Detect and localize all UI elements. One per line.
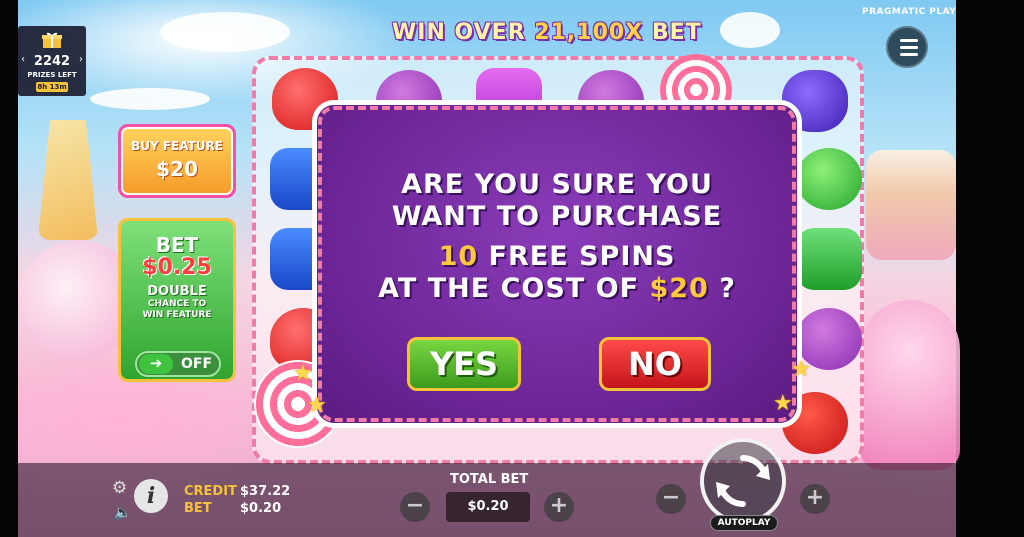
ice-cream-cone-decoration bbox=[38, 120, 98, 240]
buy-feature-label: BUY FEATURE bbox=[131, 139, 223, 153]
win-banner: WIN OVER 21,100X BET bbox=[392, 20, 712, 50]
gear-icon[interactable]: ⚙ bbox=[112, 478, 127, 498]
buy-feature-price: $20 bbox=[156, 157, 198, 181]
menu-button[interactable] bbox=[886, 26, 928, 68]
cloud bbox=[160, 12, 290, 52]
ante-bet-label: BET bbox=[155, 233, 199, 257]
credit-label: CREDIT bbox=[184, 484, 237, 499]
dialog-line1: ARE YOU SURE YOU bbox=[401, 169, 713, 200]
star-icon: ★ bbox=[773, 391, 793, 416]
buy-feature-button[interactable]: BUY FEATURE $20 bbox=[118, 124, 236, 198]
arrow-right-icon: ➜ bbox=[139, 354, 173, 374]
speaker-icon[interactable]: 🔈 bbox=[114, 505, 131, 521]
decrease-bet-button[interactable]: − bbox=[400, 492, 430, 522]
green-candy-symbol bbox=[796, 228, 862, 290]
purchase-confirm-dialog: ARE YOU SURE YOU WANT TO PURCHASE 10 FRE… bbox=[293, 100, 811, 428]
credit-value: $37.22 bbox=[240, 484, 291, 499]
spins-text: FREE SPINS bbox=[478, 241, 676, 272]
cost-suffix: ? bbox=[708, 273, 736, 304]
ante-bet-amount: $0.25 bbox=[142, 255, 212, 280]
banner-prefix: WIN OVER bbox=[392, 20, 535, 45]
star-icon: ★ bbox=[791, 357, 811, 382]
spin-icon bbox=[716, 455, 770, 507]
quick-spin-plus-button[interactable]: + bbox=[800, 484, 830, 514]
dialog-line4: AT THE COST OF $20 ? bbox=[317, 273, 797, 304]
increase-bet-button[interactable]: + bbox=[544, 492, 574, 522]
autoplay-button[interactable]: AUTOPLAY bbox=[710, 515, 778, 531]
bet-value: $0.20 bbox=[240, 501, 282, 516]
plus-icon: + bbox=[549, 493, 569, 518]
star-icon: ★ bbox=[307, 393, 327, 418]
left-letterbox bbox=[0, 0, 18, 537]
cloud bbox=[90, 88, 210, 110]
spins-count: 10 bbox=[438, 241, 479, 272]
right-letterbox bbox=[956, 0, 1024, 537]
green-candy-symbol bbox=[796, 148, 862, 210]
menu-icon-bar bbox=[900, 53, 918, 56]
double-chance-toggle[interactable]: ➜ OFF bbox=[135, 351, 221, 377]
cost-prefix: AT THE COST OF bbox=[378, 273, 650, 304]
dialog-line3: 10 FREE SPINS bbox=[317, 241, 797, 272]
quick-spin-minus-button[interactable]: − bbox=[656, 484, 686, 514]
no-button[interactable]: NO bbox=[599, 337, 711, 391]
double-label: DOUBLE bbox=[147, 284, 207, 299]
yes-button[interactable]: YES bbox=[407, 337, 521, 391]
brand-label: PRAGMATIC PLAY bbox=[862, 7, 957, 17]
chance-label-line1: CHANCE TO bbox=[147, 299, 207, 309]
bet-label: BET bbox=[184, 501, 212, 516]
cream-decoration bbox=[860, 300, 960, 470]
plus-icon: + bbox=[805, 485, 825, 510]
toggle-state: OFF bbox=[181, 356, 213, 372]
total-bet-label: TOTAL BET bbox=[450, 472, 529, 487]
ante-bet-panel: BET $0.25 DOUBLE CHANCE TO WIN FEATURE ➜… bbox=[118, 218, 236, 382]
game-screen: WIN OVER 21,100X BET PRAGMATIC PLAY ‹ › … bbox=[0, 0, 1024, 537]
spin-button[interactable] bbox=[700, 438, 786, 524]
info-icon[interactable]: i bbox=[134, 479, 168, 513]
cloud bbox=[720, 12, 780, 48]
menu-icon bbox=[900, 39, 918, 42]
prizes-label: PRIZES LEFT bbox=[27, 71, 77, 79]
minus-icon: − bbox=[661, 485, 681, 510]
total-bet-value: $0.20 bbox=[446, 492, 530, 522]
chance-label-line2: WIN FEATURE bbox=[142, 310, 212, 320]
gift-icon bbox=[42, 32, 62, 48]
banner-suffix: BET bbox=[643, 20, 702, 45]
dialog-line2: WANT TO PURCHASE bbox=[391, 201, 723, 232]
prize-timer: 8h 13m bbox=[36, 82, 68, 92]
cake-decoration bbox=[866, 150, 956, 260]
star-icon: ★ bbox=[293, 361, 313, 386]
minus-icon: − bbox=[405, 493, 425, 518]
cost-amount: $20 bbox=[649, 273, 709, 304]
prizes-count: 2242 bbox=[33, 54, 71, 69]
banner-amount: 21,100X bbox=[534, 20, 644, 45]
prize-drop-widget[interactable]: ‹ › 2242 PRIZES LEFT 8h 13m bbox=[18, 26, 86, 96]
menu-icon-bar bbox=[900, 46, 918, 49]
